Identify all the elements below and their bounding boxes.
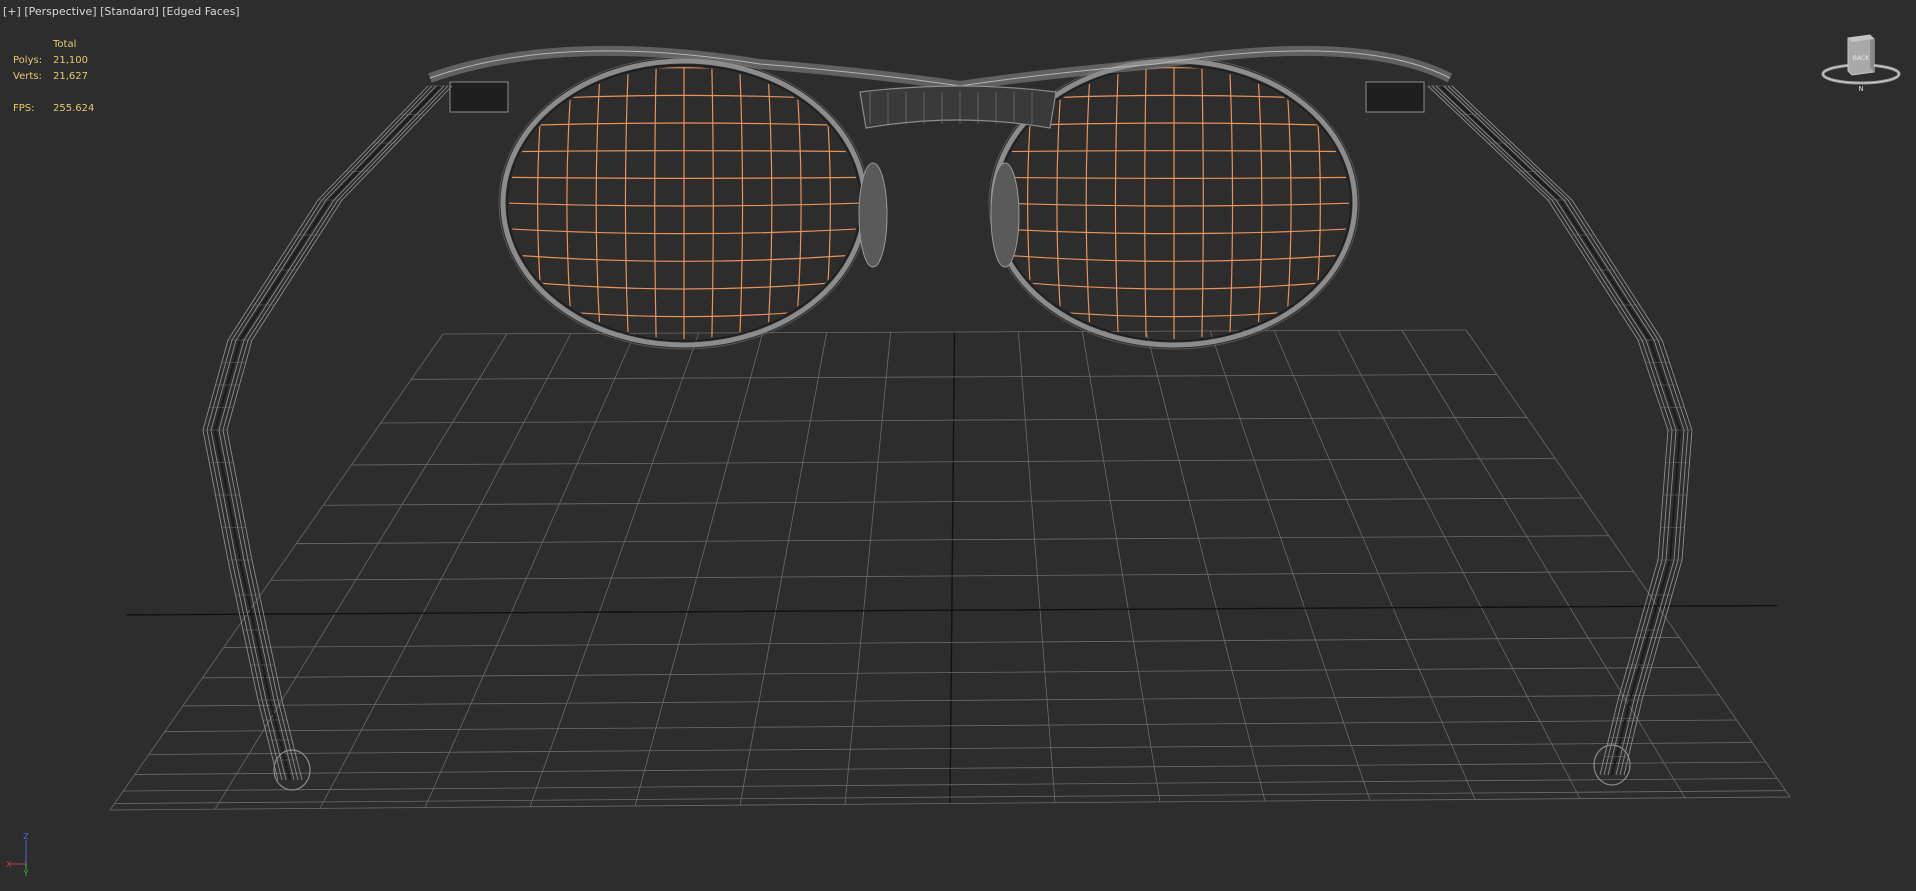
grid-line — [319, 333, 572, 809]
nose-pad-left — [858, 162, 888, 268]
lens-wire — [1114, 67, 1120, 339]
viewcube-icon[interactable]: BACK N — [1818, 30, 1904, 96]
scene-canvas[interactable] — [0, 0, 1916, 891]
z-axis-label: Z — [23, 832, 29, 841]
lens-wire — [738, 67, 744, 339]
grid-line — [634, 332, 764, 807]
nose-pad-right — [990, 162, 1020, 268]
lens-wire — [1312, 67, 1321, 339]
hinge-left — [449, 81, 509, 113]
lens-wire — [711, 67, 714, 339]
grid-line — [1018, 331, 1056, 803]
grid-line — [214, 333, 508, 810]
verts-label: Verts: — [13, 71, 42, 82]
hinge-right — [1365, 81, 1425, 113]
temple-right — [1427, 85, 1693, 776]
viewport-plus-menu[interactable]: [+] — [3, 5, 21, 18]
lens-wire — [822, 67, 831, 339]
lens-wire — [1228, 67, 1234, 339]
temple-tip-right — [1593, 744, 1631, 786]
grid-line — [1081, 331, 1161, 802]
grid-line — [739, 332, 828, 806]
lens-wire — [624, 67, 630, 339]
grid-line — [1209, 330, 1371, 801]
grid-line — [424, 333, 636, 808]
lens-wire — [566, 67, 574, 339]
x-axis-label: X — [6, 860, 12, 869]
temple-wire — [202, 85, 429, 781]
viewcube-face-label: BACK — [1853, 55, 1870, 62]
temple-wire — [1451, 85, 1693, 776]
temple-wire — [1439, 85, 1682, 776]
lens-wire — [1144, 67, 1147, 339]
bridge — [859, 85, 1057, 129]
stats-header: Total — [53, 39, 77, 50]
lens-wire — [595, 67, 602, 339]
viewport-view-menu[interactable]: [Perspective] — [24, 5, 96, 18]
polys-label: Polys: — [13, 55, 43, 66]
grid-axis-line — [949, 331, 956, 804]
fps-value: 255.624 — [53, 103, 95, 114]
lens-wire — [766, 67, 773, 339]
axis-tripod-icon: Z X Y — [6, 832, 29, 876]
home-grid — [109, 329, 1791, 811]
grid-line — [1145, 331, 1266, 802]
grid-line — [1465, 329, 1791, 798]
temple-wire — [206, 85, 433, 781]
lens-wire — [1201, 67, 1204, 339]
grid-line — [529, 332, 700, 807]
left-lens — [498, 56, 870, 350]
viewport-label-menu[interactable]: [+] [Perspective] [Standard] [Edged Face… — [3, 5, 240, 18]
viewcube-compass-label: N — [1858, 85, 1863, 93]
lens-wire — [654, 67, 657, 339]
temple-wire — [1431, 85, 1673, 776]
lens-wire — [1085, 67, 1092, 339]
grid-line — [844, 332, 891, 805]
viewport-edges-menu[interactable]: [Edged Faces] — [162, 5, 239, 18]
temple-wire — [210, 85, 437, 781]
temple-wire — [1443, 85, 1685, 776]
viewport-shading-menu[interactable]: [Standard] — [100, 5, 159, 18]
temple-wire — [1447, 85, 1689, 776]
fps-label: FPS: — [13, 103, 35, 114]
grid-line — [109, 333, 444, 811]
lens-wire — [1284, 67, 1292, 339]
temple-left — [202, 85, 453, 781]
lens-wire — [537, 67, 546, 339]
lens-wire — [794, 67, 802, 339]
statistics-overlay: Total Polys: 21,100 Verts: 21,627 FPS: 255.… — [13, 37, 94, 117]
temple-wire — [1435, 85, 1677, 776]
polys-value: 21,100 — [53, 55, 88, 66]
y-axis-label: Y — [23, 869, 29, 876]
verts-value: 21,627 — [53, 71, 88, 82]
perspective-viewport[interactable]: [+] [Perspective] [Standard] [Edged Face… — [0, 0, 1916, 891]
lens-wire — [1256, 67, 1263, 339]
lens-wire — [1056, 67, 1064, 339]
